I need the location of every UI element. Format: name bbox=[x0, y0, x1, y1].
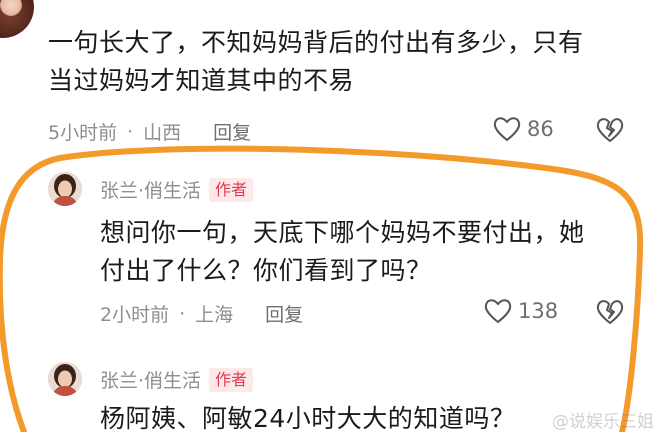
woman-portrait-icon bbox=[48, 362, 82, 396]
comment-body: 一句长大了，不知妈妈背后的付出有多少，只有 当过妈妈才知道其中的不易 bbox=[48, 24, 584, 100]
broken-heart-icon[interactable] bbox=[596, 298, 624, 326]
comment-meta: 2小时前 · 上海 回复 bbox=[100, 300, 303, 327]
author-avatar[interactable] bbox=[48, 172, 82, 206]
reply-button[interactable]: 回复 bbox=[265, 300, 303, 327]
broken-heart-icon[interactable] bbox=[596, 116, 624, 144]
comment-thread: 一句长大了，不知妈妈背后的付出有多少，只有 当过妈妈才知道其中的不易 5小时前 … bbox=[0, 0, 660, 432]
comment-line: 一句长大了，不知妈妈背后的付出有多少，只有 bbox=[48, 28, 584, 57]
author-badge: 作者 bbox=[209, 367, 254, 392]
comment-line: 当过妈妈才知道其中的不易 bbox=[48, 66, 355, 95]
dot-separator: · bbox=[127, 120, 134, 143]
comment-time: 2小时前 bbox=[100, 304, 170, 326]
comment-line: 杨阿姨、阿敏24小时大大的知道吗？ bbox=[100, 404, 516, 432]
like-button[interactable]: 138 bbox=[484, 298, 558, 324]
like-count: 86 bbox=[527, 117, 554, 141]
dot-separator: · bbox=[179, 302, 186, 325]
author-avatar[interactable] bbox=[48, 362, 82, 396]
heart-icon bbox=[484, 299, 512, 324]
comment-meta: 5小时前 · 山西 回复 bbox=[48, 118, 251, 145]
comment-time: 5小时前 bbox=[48, 122, 118, 144]
woman-portrait-icon bbox=[48, 172, 82, 206]
watermark: @说娱乐三姐 bbox=[552, 412, 654, 432]
author-name[interactable]: 张兰·俏生活 bbox=[100, 366, 201, 393]
author-row: 张兰·俏生活 作者 bbox=[100, 366, 254, 393]
comment-location: 上海 bbox=[195, 304, 234, 326]
comment-body: 想问你一句，天底下哪个妈妈不要付出，她 付出了什么？你们看到了吗？ bbox=[100, 214, 585, 290]
like-button[interactable]: 86 bbox=[493, 116, 554, 142]
author-row: 张兰·俏生活 作者 bbox=[100, 176, 254, 203]
author-badge: 作者 bbox=[209, 177, 254, 202]
author-name[interactable]: 张兰·俏生活 bbox=[100, 176, 201, 203]
comment-line: 想问你一句，天底下哪个妈妈不要付出，她 bbox=[100, 218, 585, 247]
comment-line: 付出了什么？你们看到了吗？ bbox=[100, 256, 432, 285]
heart-icon bbox=[493, 117, 521, 142]
like-count: 138 bbox=[518, 299, 559, 323]
reply-button[interactable]: 回复 bbox=[213, 118, 251, 145]
comment-location: 山西 bbox=[143, 122, 182, 144]
comment-body: 杨阿姨、阿敏24小时大大的知道吗？ bbox=[100, 400, 515, 432]
